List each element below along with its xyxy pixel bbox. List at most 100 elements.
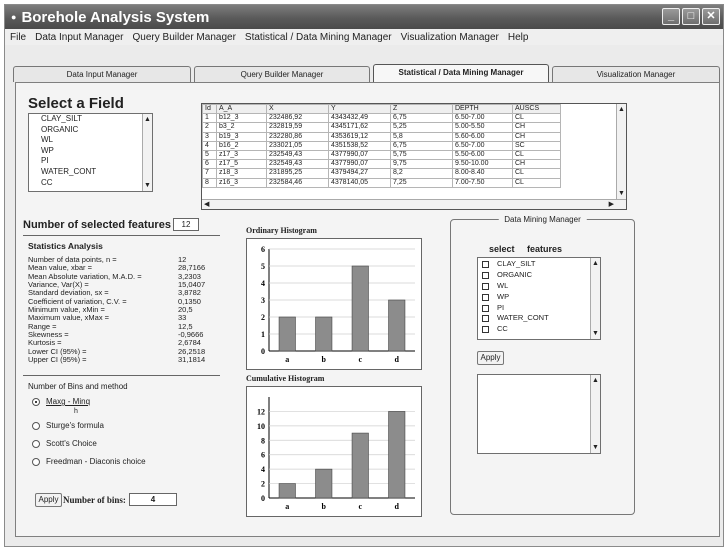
field-list-item[interactable]: CC (29, 178, 152, 189)
table-cell: 5.50-6.00 (452, 149, 513, 161)
column-header[interactable]: X (266, 104, 329, 115)
radio-sturges-formula[interactable]: Sturge's formula (32, 421, 104, 430)
feature-check-item[interactable]: CC (478, 324, 600, 335)
menu-file[interactable]: File (10, 32, 26, 43)
table-row[interactable]: 6 z17_5 232549,43 4377990,07 9,75 9.50-10.00 C… (202, 159, 561, 170)
data-mining-manager-title: Data Mining Manager (498, 215, 587, 224)
scroll-up-icon[interactable]: ▲ (591, 259, 600, 268)
checkbox-icon[interactable] (482, 282, 489, 290)
bins-count-input[interactable]: 4 (129, 493, 177, 506)
menu-help[interactable]: Help (508, 32, 529, 43)
result-box-scrollbar[interactable]: ▲ ▼ (590, 375, 600, 453)
tab-visualization-manager[interactable]: Visualization Manager (552, 66, 720, 82)
feature-checklist[interactable]: CLAY_SILT ORGANIC WL WP PI WATER_CONT CC ▲ ▼ (477, 257, 601, 340)
radio-maxg-minq[interactable]: Maxg - Minq (32, 397, 90, 406)
bins-apply-button[interactable]: Apply (35, 493, 62, 507)
column-header[interactable]: Y (328, 104, 391, 115)
statistics-values: 12 28,7166 3,2303 15,0407 3,8782 0,1350 20,5 33… (178, 255, 218, 365)
field-listbox-scrollbar[interactable]: ▲ ▼ (142, 114, 152, 191)
table-row[interactable]: 3 b19_3 232280,86 4353619,12 5,8 5.60-6.00 CH (202, 131, 561, 142)
y-tick-label: 10 (257, 422, 265, 431)
close-button[interactable]: ✕ (702, 8, 720, 25)
field-list-item[interactable]: CLAY_SILT (29, 114, 152, 125)
menu-bar: File Data Input Manager Query Builder Ma… (5, 29, 723, 45)
radio-scotts-choice[interactable]: Scott's Choice (32, 439, 97, 448)
y-tick-label: 3 (261, 296, 265, 305)
maximize-button[interactable]: □ (682, 8, 700, 25)
table-row[interactable]: 7 z18_3 231895,25 4379494,27 8,2 8.00-8.40 CL (202, 168, 561, 179)
tab-query-builder-manager[interactable]: Query Builder Manager (194, 66, 370, 82)
field-list-item[interactable]: WL (29, 135, 152, 146)
table-cell: CH (512, 159, 561, 170)
feature-check-item[interactable]: CLAY_SILT (478, 259, 600, 270)
feature-check-item[interactable]: WL (478, 281, 600, 292)
feature-check-item[interactable]: WP (478, 292, 600, 303)
menu-data-input-manager[interactable]: Data Input Manager (35, 32, 123, 43)
minimize-button[interactable]: _ (662, 8, 680, 25)
checkbox-icon[interactable] (482, 293, 489, 301)
scroll-up-icon[interactable]: ▲ (143, 115, 152, 124)
column-header[interactable]: AUSCS (512, 104, 561, 115)
statistics-title: Statistics Analysis (28, 241, 103, 251)
table-cell: 3 (202, 131, 217, 142)
column-header[interactable]: DEPTH (452, 104, 513, 115)
radio-freedman-diaconis[interactable]: Freedman - Diaconis choice (32, 457, 146, 466)
scroll-down-icon[interactable]: ▼ (591, 329, 600, 338)
selected-features-count: 12 (173, 218, 199, 231)
y-tick-label: 5 (261, 262, 265, 271)
checkbox-icon[interactable] (482, 315, 489, 323)
mining-apply-button[interactable]: Apply (477, 351, 504, 365)
feature-check-item[interactable]: ORGANIC (478, 270, 600, 281)
stat-value: 31,1814 (178, 355, 206, 365)
column-header[interactable]: Z (390, 104, 453, 115)
scroll-down-icon[interactable]: ▼ (591, 443, 600, 452)
feature-check-item[interactable]: PI (478, 303, 600, 314)
table-cell: 5 (202, 149, 217, 161)
menu-statistical-data-mining-manager[interactable]: Statistical / Data Mining Manager (245, 32, 392, 43)
table-row[interactable]: 5 z17_3 232549,43 4377990,07 5,75 5.50-6.00 CL (202, 149, 561, 161)
scroll-right-icon[interactable]: ▶ (609, 200, 614, 208)
divider (23, 375, 220, 376)
table-cell: 8 (202, 177, 217, 188)
scroll-up-icon[interactable]: ▲ (617, 105, 626, 114)
tab-statistical-data-mining-manager[interactable]: Statistical / Data Mining Manager (373, 64, 549, 82)
table-row[interactable]: 2 b3_2 232819,59 4345171,62 5,25 5.00-5.50 CH (202, 122, 561, 133)
checkbox-icon[interactable] (482, 260, 489, 268)
table-vertical-scrollbar[interactable]: ▲ ▼ (616, 104, 626, 199)
table-row[interactable]: 4 b16_2 233021,05 4351538,52 6,75 6.50-7.00 SC (202, 140, 561, 151)
menu-query-builder-manager[interactable]: Query Builder Manager (133, 32, 236, 43)
scroll-down-icon[interactable]: ▼ (617, 189, 626, 198)
field-list-item[interactable]: PI (29, 156, 152, 167)
scroll-up-icon[interactable]: ▲ (591, 376, 600, 385)
checkbox-icon[interactable] (482, 304, 489, 312)
data-table[interactable]: Id A_A X Y Z DEPTH AUSCS 1 b12_3 232486,92 434343… (201, 103, 627, 210)
table-cell: b3_2 (216, 122, 267, 133)
table-cell: 8.00-8.40 (452, 168, 513, 179)
table-horizontal-scrollbar[interactable]: ◀ ▶ (202, 199, 626, 209)
field-list-item[interactable]: WATER_CONT (29, 167, 152, 178)
column-header[interactable]: Id (202, 104, 217, 115)
x-tick-label: d (395, 502, 400, 511)
table-cell: 4377990,07 (328, 149, 391, 161)
table-row[interactable]: 8 z16_3 232584,46 4378140,05 7,25 7.00-7.50 CL (202, 177, 561, 188)
checkbox-icon[interactable] (482, 326, 489, 334)
table-row[interactable]: 1 b12_3 232486,92 4343432,49 6,75 6.50-7.00 CL (202, 113, 561, 124)
feature-label: CC (497, 324, 508, 334)
menu-visualization-manager[interactable]: Visualization Manager (401, 32, 499, 43)
radio-icon (32, 421, 40, 430)
table-cell: 4378140,05 (328, 177, 391, 188)
table-cell: CL (512, 149, 561, 161)
scroll-left-icon[interactable]: ◀ (204, 200, 209, 208)
tab-data-input-manager[interactable]: Data Input Manager (13, 66, 191, 82)
field-list-item[interactable]: ORGANIC (29, 125, 152, 136)
mining-result-box[interactable]: ▲ ▼ (477, 374, 601, 454)
field-listbox[interactable]: CLAY_SILT ORGANIC WL WP PI WATER_CONT CC ▲ ▼ (28, 113, 153, 192)
scroll-down-icon[interactable]: ▼ (143, 181, 152, 190)
feature-check-item[interactable]: WATER_CONT (478, 313, 600, 324)
table-cell: 5.60-6.00 (452, 131, 513, 142)
table-cell: 4353619,12 (328, 131, 391, 142)
field-list-item[interactable]: WP (29, 146, 152, 157)
feature-checklist-scrollbar[interactable]: ▲ ▼ (590, 258, 600, 339)
column-header[interactable]: A_A (216, 104, 267, 115)
checkbox-icon[interactable] (482, 271, 489, 279)
